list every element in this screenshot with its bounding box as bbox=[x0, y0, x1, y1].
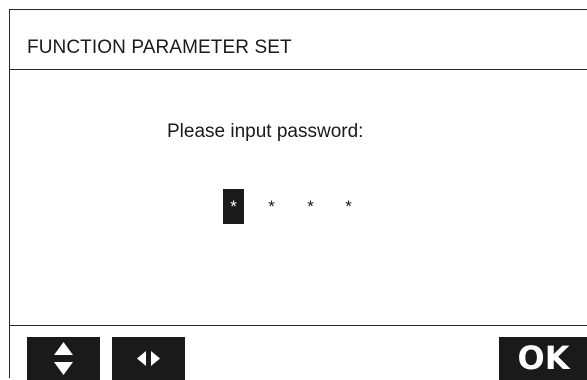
password-panel: Please input password: * * * * bbox=[10, 70, 587, 325]
lcd-screen: FUNCTION PARAMETER SET Please input pass… bbox=[9, 9, 587, 380]
header-bar: FUNCTION PARAMETER SET bbox=[10, 10, 587, 70]
ok-button[interactable]: OK bbox=[499, 337, 587, 380]
password-digit-4[interactable]: * bbox=[338, 189, 359, 224]
up-down-button[interactable] bbox=[27, 337, 100, 380]
password-digit-1[interactable]: * bbox=[223, 189, 244, 224]
password-digit-3[interactable]: * bbox=[300, 189, 321, 224]
password-digit-2[interactable]: * bbox=[261, 189, 282, 224]
left-right-arrows-icon bbox=[137, 351, 160, 366]
page-title: FUNCTION PARAMETER SET bbox=[27, 37, 292, 58]
footer-bar: OK bbox=[10, 325, 587, 380]
up-down-arrows-icon bbox=[54, 342, 73, 375]
password-prompt: Please input password: bbox=[167, 121, 364, 142]
left-right-button[interactable] bbox=[112, 337, 185, 380]
